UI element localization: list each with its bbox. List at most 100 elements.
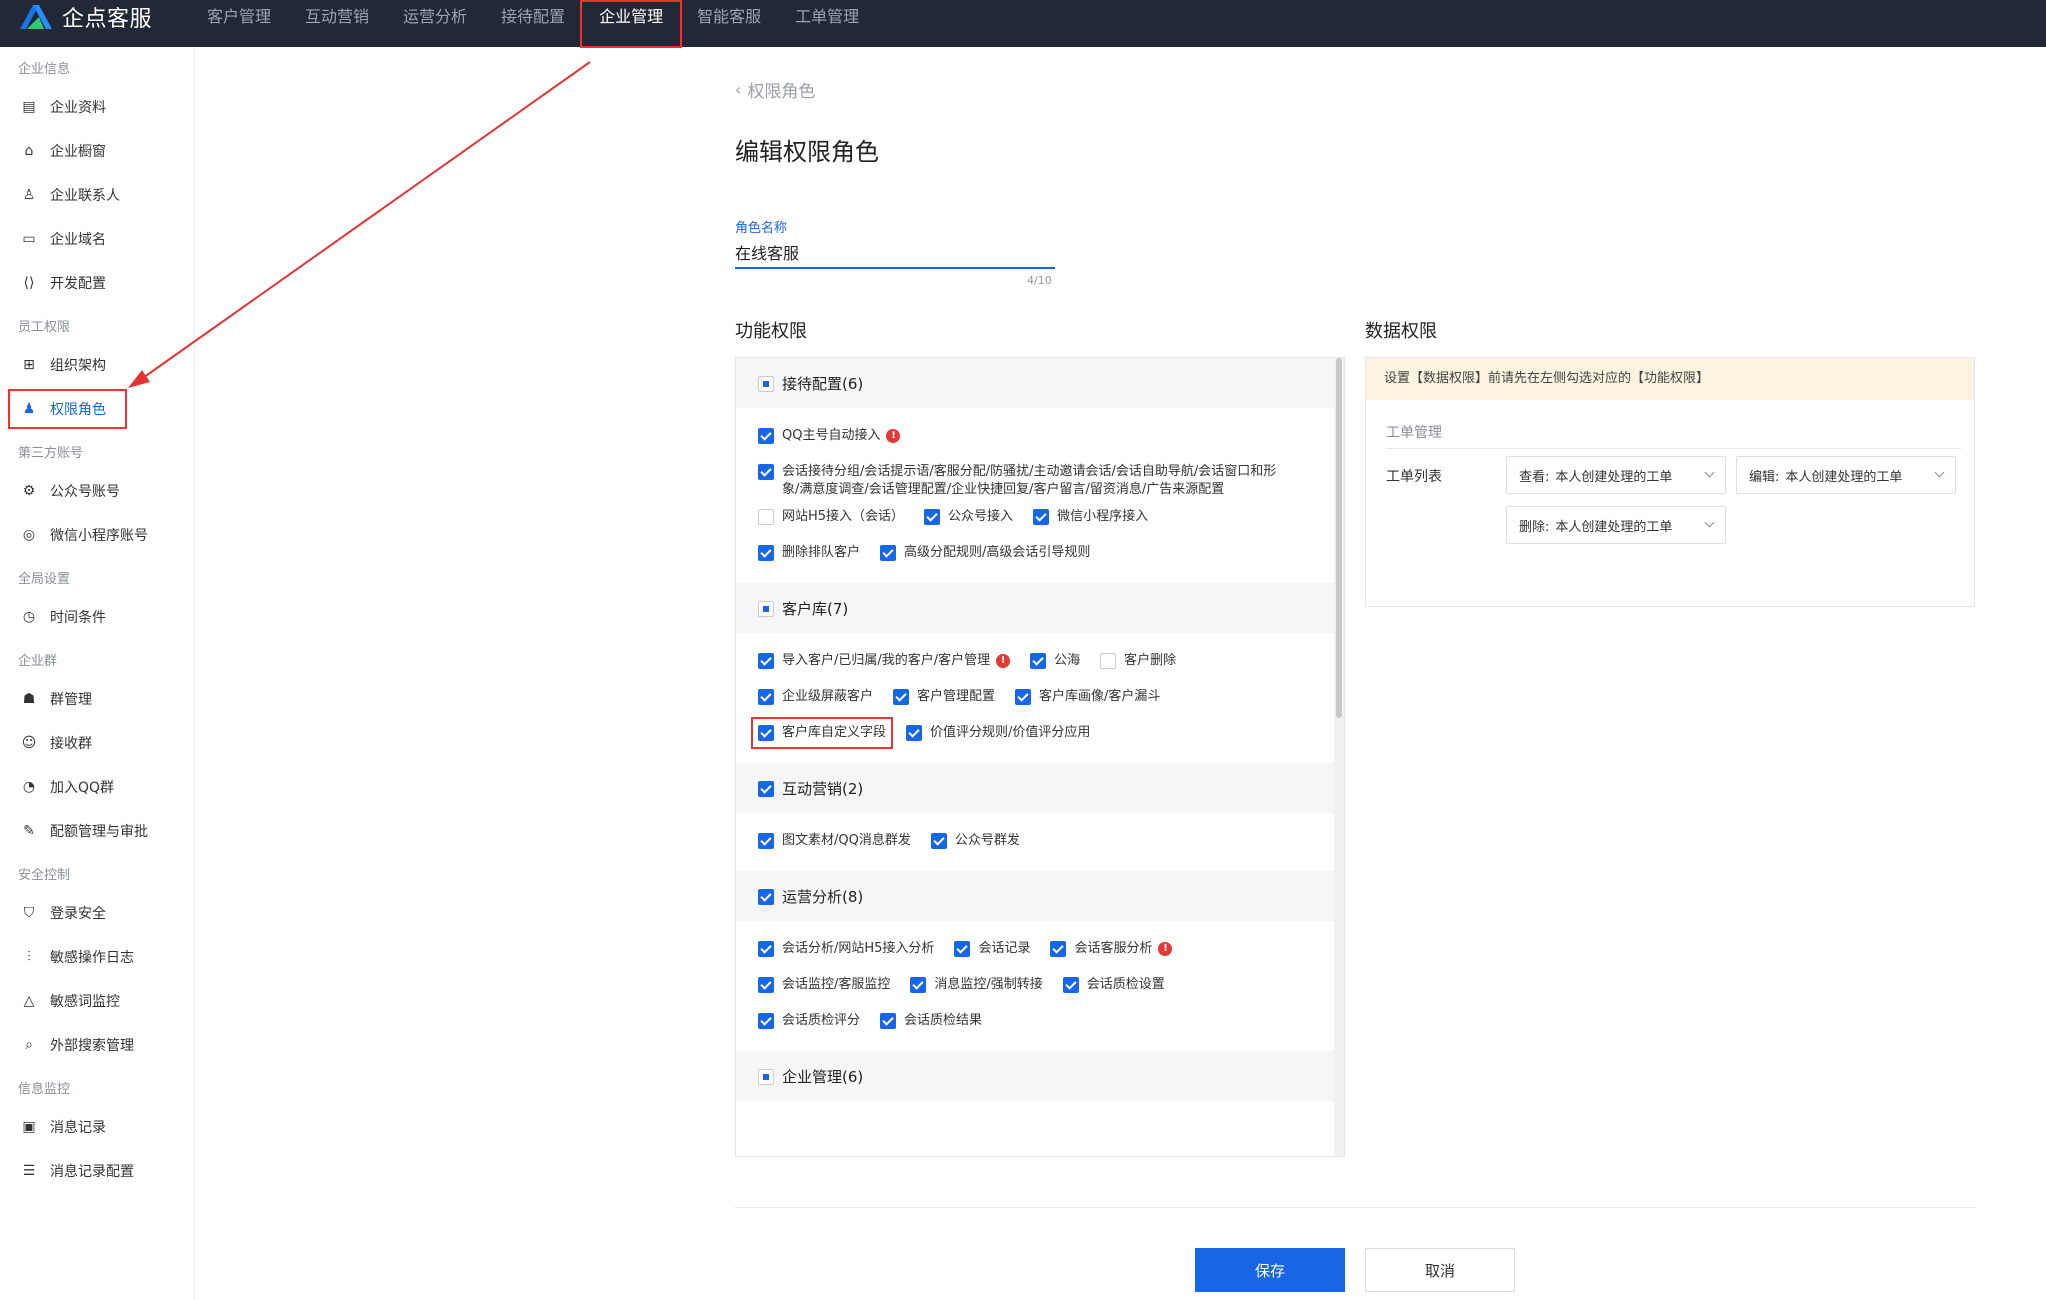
nav-item-1[interactable]: 互动营销 (288, 0, 386, 34)
nav-item-4[interactable]: 企业管理 (580, 0, 683, 48)
nav-item-6[interactable]: 工单管理 (778, 0, 876, 34)
sidebar-item[interactable]: ▤ 企业资料 (0, 85, 194, 129)
sidebar-item[interactable]: ⫶ 敏感操作日志 (0, 935, 194, 979)
nav-item-5[interactable]: 智能客服 (680, 0, 778, 34)
option-checkbox[interactable] (1015, 689, 1032, 705)
group-checkbox[interactable] (758, 1068, 774, 1085)
perm-option[interactable]: 微信小程序接入 (1033, 508, 1148, 526)
perm-option[interactable]: 企业级屏蔽客户 (758, 688, 873, 706)
breadcrumb[interactable]: ‹ 权限角色 (735, 77, 815, 102)
sidebar-item[interactable]: ◷ 时间条件 (0, 595, 194, 639)
sidebar-item[interactable]: ✎ 配额管理与审批 (0, 809, 194, 853)
group-checkbox[interactable] (758, 375, 774, 392)
option-checkbox[interactable] (758, 941, 774, 957)
sidebar-item[interactable]: ▣ 消息记录 (0, 1105, 194, 1149)
sidebar-item[interactable]: ◔ 加入QQ群 (0, 765, 194, 809)
perm-option[interactable]: 客户库自定义字段 (750, 717, 894, 749)
alert-icon[interactable]: ! (1158, 942, 1173, 956)
perm-option[interactable]: 公众号接入 (924, 508, 1013, 526)
scroll-thumb[interactable] (1336, 358, 1342, 718)
group-checkbox[interactable] (758, 780, 774, 797)
cancel-button[interactable]: 取消 (1365, 1248, 1515, 1292)
option-checkbox[interactable] (930, 833, 947, 849)
perm-option[interactable]: 客户管理配置 (893, 688, 995, 706)
sidebar-item[interactable]: ⟨⟩ 开发配置 (0, 261, 194, 305)
perm-group-header[interactable]: 运营分析(8) (736, 871, 1336, 921)
sidebar-item[interactable]: ☗ 群管理 (0, 677, 194, 721)
perm-option[interactable]: 删除排队客户 (758, 544, 860, 562)
perm-option[interactable]: 客户库画像/客户漏斗 (1015, 688, 1160, 706)
perm-option[interactable]: 公众号群发 (930, 832, 1020, 850)
option-checkbox[interactable] (758, 833, 774, 849)
sidebar-item[interactable]: ♙ 企业联系人 (0, 173, 194, 217)
perm-option[interactable]: 客户删除 (1100, 652, 1176, 670)
perm-option[interactable]: 公海 (1030, 652, 1080, 670)
func-scrollbar[interactable] (1334, 358, 1344, 1156)
view-scope-select[interactable]: 查看: 本人创建处理的工单 (1506, 456, 1726, 494)
option-checkbox[interactable] (758, 689, 774, 705)
perm-option[interactable]: QQ主号自动接入! (758, 427, 901, 445)
alert-icon[interactable]: ! (886, 429, 901, 443)
perm-option[interactable]: 会话质检设置 (1062, 976, 1165, 994)
option-checkbox[interactable] (1062, 977, 1079, 993)
perm-option[interactable]: 网站H5接入（会话） (758, 508, 904, 526)
perm-option[interactable]: 高级分配规则/高级会话引导规则 (880, 544, 1090, 562)
perm-option[interactable]: 会话监控/客服监控 (758, 976, 890, 994)
sidebar-item[interactable]: ◎ 微信小程序账号 (0, 513, 194, 557)
option-checkbox[interactable] (758, 464, 774, 480)
perm-group-header[interactable]: 企业管理(6) (736, 1051, 1336, 1101)
perm-option[interactable]: 会话接待分组/会话提示语/客服分配/防骚扰/主动邀请会话/会话自助导航/会话窗口… (758, 463, 1278, 499)
option-checkbox[interactable] (758, 545, 774, 561)
role-name-input[interactable] (735, 237, 1055, 269)
nav-item-3[interactable]: 接待配置 (484, 0, 582, 34)
sidebar-item[interactable]: ⚙ 公众号账号 (0, 469, 194, 513)
sidebar-item[interactable]: ☰ 消息记录配置 (0, 1149, 194, 1193)
perm-option[interactable]: 导入客户/已归属/我的客户/客户管理! (758, 652, 1011, 670)
perm-option[interactable]: 会话客服分析! (1050, 940, 1173, 958)
sidebar-item[interactable]: ⌕ 外部搜索管理 (0, 1023, 194, 1067)
sidebar-item[interactable]: △ 敏感词监控 (0, 979, 194, 1023)
alert-icon[interactable]: ! (996, 654, 1011, 668)
perm-option[interactable]: 会话质检评分 (758, 1012, 860, 1030)
perm-group-header[interactable]: 客户库(7) (736, 583, 1336, 633)
perm-option[interactable]: 会话分析/网站H5接入分析 (758, 940, 934, 958)
sidebar-item[interactable]: ♟ 权限角色 (6, 387, 129, 431)
option-checkbox[interactable] (758, 653, 774, 669)
option-checkbox[interactable] (880, 545, 897, 561)
perm-option[interactable]: 价值评分规则/价值评分应用 (906, 724, 1090, 742)
option-checkbox[interactable] (893, 689, 910, 705)
group-checkbox[interactable] (758, 600, 774, 617)
option-checkbox[interactable] (880, 1013, 897, 1029)
app-logo[interactable]: 企点客服 (18, 0, 152, 34)
nav-item-0[interactable]: 客户管理 (190, 0, 288, 34)
option-checkbox[interactable] (758, 725, 774, 741)
perm-group-header[interactable]: 接待配置(6) (736, 358, 1336, 408)
option-checkbox[interactable] (1100, 653, 1117, 669)
option-checkbox[interactable] (758, 1013, 774, 1029)
perm-group-header[interactable]: 互动营销(2) (736, 763, 1336, 813)
perm-option[interactable]: 会话质检结果 (880, 1012, 982, 1030)
option-checkbox[interactable] (758, 977, 774, 993)
sidebar-item[interactable]: ⛉ 登录安全 (0, 891, 194, 935)
option-checkbox[interactable] (758, 428, 774, 444)
nav-item-2[interactable]: 运营分析 (386, 0, 484, 34)
perm-option[interactable]: 消息监控/强制转接 (910, 976, 1043, 994)
option-checkbox[interactable] (1030, 653, 1047, 669)
option-checkbox[interactable] (954, 941, 971, 957)
delete-scope-select[interactable]: 删除: 本人创建处理的工单 (1506, 506, 1726, 544)
option-checkbox[interactable] (910, 977, 927, 993)
option-checkbox[interactable] (906, 725, 923, 741)
option-checkbox[interactable] (758, 509, 774, 525)
perm-option[interactable]: 图文素材/QQ消息群发 (758, 832, 911, 850)
sidebar-item[interactable]: ☺ 接收群 (0, 721, 194, 765)
save-button[interactable]: 保存 (1195, 1248, 1345, 1292)
sidebar-item[interactable]: ⌂ 企业橱窗 (0, 129, 194, 173)
option-checkbox[interactable] (924, 509, 941, 525)
sidebar-item[interactable]: ▭ 企业域名 (0, 217, 194, 261)
sidebar-item[interactable]: ⊞ 组织架构 (0, 343, 194, 387)
option-checkbox[interactable] (1033, 509, 1050, 525)
group-checkbox[interactable] (758, 888, 774, 905)
perm-option[interactable]: 会话记录 (954, 940, 1030, 958)
edit-scope-select[interactable]: 编辑: 本人创建处理的工单 (1736, 456, 1956, 494)
option-checkbox[interactable] (1050, 941, 1067, 957)
